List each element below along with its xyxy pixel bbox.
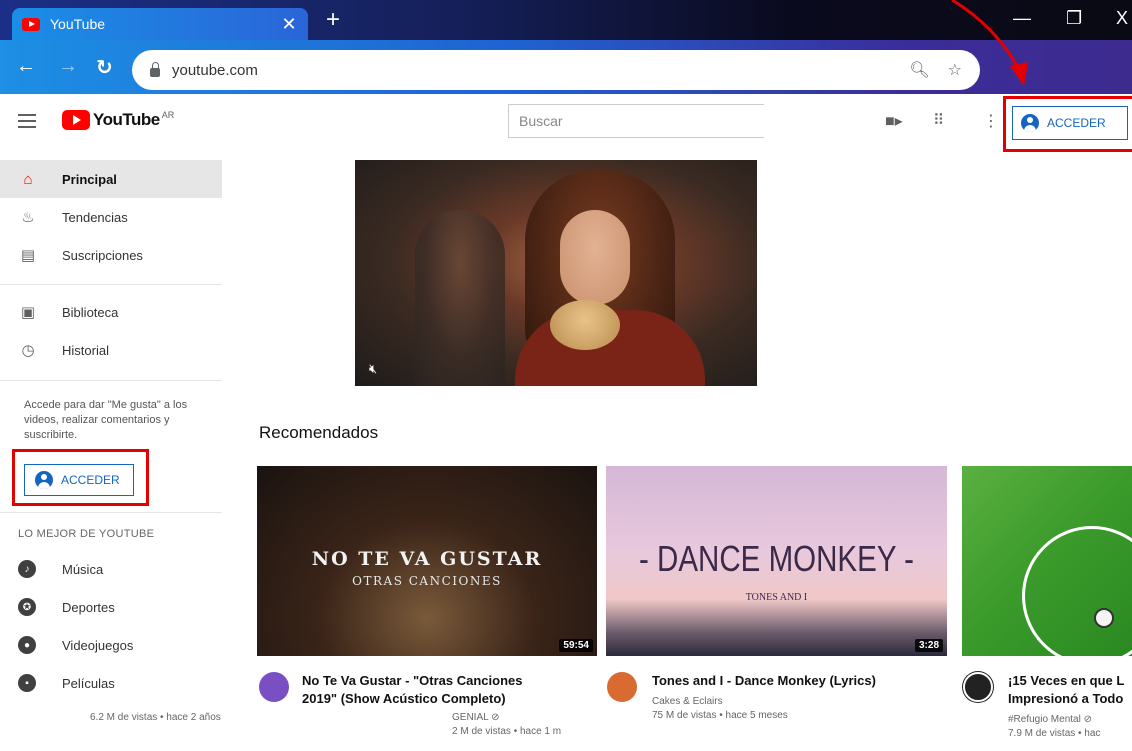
video-title-line: No Te Va Gustar - "Otras Canciones <box>302 673 523 688</box>
video-title[interactable]: No Te Va Gustar - "Otras Canciones 2019"… <box>302 672 592 708</box>
movies-icon: ▪ <box>18 674 36 692</box>
video-thumbnail[interactable]: NO TE VA GUSTAR OTRAS CANCIONES 59:54 <box>257 466 597 656</box>
browser-tab[interactable]: YouTube ✕ <box>12 8 308 40</box>
sidebar-item-label: Videojuegos <box>62 637 134 653</box>
best-of-youtube-title: LO MEJOR DE YOUTUBE <box>18 528 155 540</box>
video-title-line: Tones and I - Dance Monkey (Lyrics) <box>652 673 876 688</box>
tab-title: YouTube <box>50 16 106 32</box>
subscriptions-icon: ▤ <box>20 247 36 264</box>
sidebar-item-musica[interactable]: ♪ Música <box>0 550 222 588</box>
recommended-heading: Recomendados <box>259 423 379 442</box>
logo-wordmark: YouTube <box>93 110 160 129</box>
search-placeholder: Buscar <box>519 113 563 129</box>
sidebar-item-historial[interactable]: ◷ Historial <box>0 331 222 369</box>
menu-icon[interactable] <box>18 114 36 128</box>
channel-avatar[interactable] <box>259 672 289 702</box>
lock-icon <box>150 61 160 77</box>
sidebar-item-tendencias[interactable]: ♨ Tendencias <box>0 198 222 236</box>
annotation-box-header <box>1003 96 1132 152</box>
history-icon: ◷ <box>21 342 35 359</box>
hero-food <box>550 300 620 350</box>
channel-name[interactable]: #Refugio Mental ⊘ <box>1008 714 1092 725</box>
video-duration: 59:54 <box>559 639 593 652</box>
back-arrow-icon[interactable]: ← <box>16 55 36 78</box>
sidebar-item-principal[interactable]: ⌂ Principal <box>0 160 222 198</box>
channel-avatar[interactable] <box>963 672 993 702</box>
library-icon: ▣ <box>20 304 36 321</box>
thumbnail-subtitle: OTRAS CANCIONES <box>352 574 502 588</box>
sidebar-item-label: Historial <box>62 342 109 358</box>
sidebar-item-label: Suscripciones <box>62 247 143 263</box>
reload-icon[interactable]: ↻ <box>96 55 113 80</box>
annotation-arrow <box>951 0 1028 86</box>
video-duration: 3:28 <box>914 639 943 652</box>
sidebar-divider <box>0 284 222 285</box>
search-input[interactable]: Buscar <box>508 104 764 138</box>
youtube-favicon-icon <box>22 17 40 31</box>
signin-promo-text: Accede para dar "Me gusta" a los videos,… <box>24 399 188 441</box>
close-window-icon[interactable]: X <box>1116 8 1128 29</box>
sidebar-item-label: Tendencias <box>62 209 128 225</box>
channel-avatar[interactable] <box>607 672 637 702</box>
video-meta: 7.9 M de vistas • hac <box>1008 728 1101 739</box>
soccer-ball <box>1094 608 1114 628</box>
video-meta: 6.2 M de vistas • hace 2 años <box>90 712 221 723</box>
gaming-icon: ● <box>18 636 36 654</box>
new-tab-button[interactable]: + <box>326 8 340 32</box>
forward-arrow-icon[interactable]: → <box>58 55 78 78</box>
sidebar-item-label: Principal <box>62 171 117 187</box>
create-video-icon[interactable]: ■▸ <box>885 111 903 131</box>
video-title[interactable]: Tones and I - Dance Monkey (Lyrics) <box>652 672 942 690</box>
video-meta: 75 M de vistas • hace 5 meses <box>652 710 788 721</box>
sports-icon: ✪ <box>18 598 36 616</box>
sidebar-item-label: Música <box>62 561 104 577</box>
sidebar-divider <box>0 380 222 381</box>
country-code: AR <box>161 110 175 120</box>
video-thumbnail[interactable]: - DANCE MONKEY - TONES AND I 3:28 <box>606 466 947 656</box>
more-vertical-icon[interactable]: ⋮ <box>983 111 999 131</box>
video-title-line: 2019" (Show Acústico Completo) <box>302 691 506 706</box>
apps-grid-icon[interactable]: ⠿ <box>933 111 944 129</box>
annotation-box-sidebar <box>12 449 149 506</box>
sidebar-item-deportes[interactable]: ✪ Deportes <box>0 588 222 626</box>
youtube-logo[interactable]: YouTube AR <box>62 110 174 130</box>
thumbnail-title: - DANCE MONKEY - <box>638 538 915 579</box>
sidebar-item-videojuegos[interactable]: ● Videojuegos <box>0 626 222 664</box>
sidebar-item-peliculas[interactable]: ▪ Películas <box>0 664 222 702</box>
thumbnail-title: NO TE VA GUSTAR <box>311 548 543 570</box>
video-title-line: ¡15 Veces en que L <box>1008 673 1125 688</box>
hero-figure-face <box>560 210 630 305</box>
video-thumbnail[interactable] <box>962 466 1132 656</box>
play-logo-icon <box>62 110 90 130</box>
url-text: youtube.com <box>172 61 258 79</box>
tab-close-icon[interactable]: ✕ <box>280 14 298 35</box>
sidebar-item-label: Películas <box>62 675 115 691</box>
music-icon: ♪ <box>18 560 36 578</box>
mute-icon[interactable]: 🔇︎ <box>369 361 377 377</box>
featured-video-player[interactable] <box>355 160 757 386</box>
channel-name[interactable]: Cakes & Eclairs <box>652 696 723 707</box>
sidebar-item-biblioteca[interactable]: ▣ Biblioteca <box>0 293 222 331</box>
hero-figure-man <box>415 210 505 386</box>
thumbnail-subtitle: TONES AND I <box>745 592 808 603</box>
restore-icon[interactable]: ❐ <box>1066 8 1082 29</box>
pitch-line <box>1022 526 1132 656</box>
sidebar-divider <box>0 512 222 513</box>
video-meta: 2 M de vistas • hace 1 m <box>452 726 562 737</box>
sidebar-item-label: Biblioteca <box>62 304 119 320</box>
video-title-line: Impresionó a Todo <box>1008 691 1124 706</box>
sidebar-item-label: Deportes <box>62 599 115 615</box>
flame-icon: ♨ <box>21 209 35 226</box>
sidebar-item-suscripciones[interactable]: ▤ Suscripciones <box>0 236 222 274</box>
channel-name[interactable]: GENIAL ⊘ <box>452 712 499 723</box>
video-title[interactable]: ¡15 Veces en que L Impresionó a Todo <box>1008 672 1132 708</box>
home-icon: ⌂ <box>23 170 33 188</box>
